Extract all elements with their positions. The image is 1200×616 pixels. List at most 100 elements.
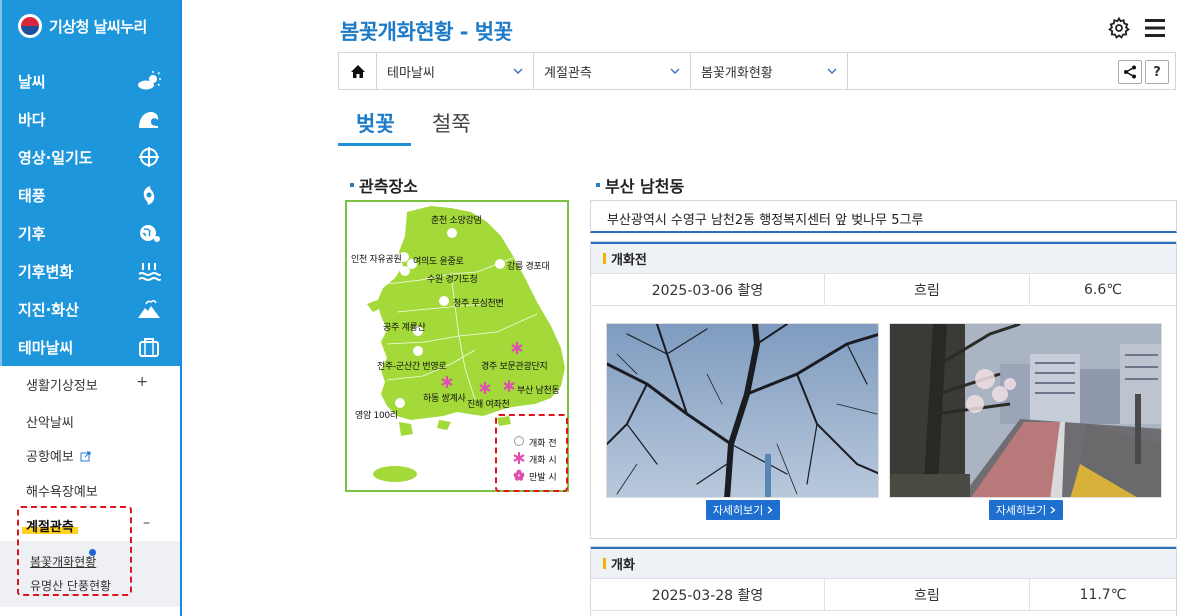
menu-item-weather[interactable]: 날씨 (2, 62, 182, 100)
submenu-label: 공항예보 (26, 450, 74, 465)
submenu-airport-forecast[interactable]: 공항예보 (26, 446, 91, 465)
menu-item-earthquake[interactable]: 지진·화산 (2, 290, 182, 328)
kma-emblem-icon (18, 14, 42, 38)
globe-icon (140, 225, 160, 242)
card-heading-text: 개화전 (611, 253, 647, 268)
menu-label: 테마날씨 (18, 338, 74, 357)
blossom-marker-icon[interactable] (479, 382, 491, 394)
chevron-right-icon (767, 506, 773, 514)
active-tab-indicator (338, 143, 411, 146)
photo-date: 2025-03-28 촬영 (591, 579, 825, 610)
menu-item-theme-weather[interactable]: 테마날씨 (2, 328, 182, 366)
breadcrumb-select-theme[interactable]: 테마날씨 (377, 53, 534, 89)
menu-item-climate-change[interactable]: 기후변화 (2, 252, 182, 290)
card-heading: 개화전 (591, 242, 1176, 274)
photo-sky-branches[interactable] (606, 323, 879, 498)
map-marker-yeongam[interactable] (395, 398, 405, 408)
detail-button-photo-1[interactable]: 자세히보기 (706, 500, 780, 520)
map-label-busan: 부산 남천동 (517, 386, 560, 396)
street-photo (890, 324, 1161, 497)
map-label-gongju: 공주 계룡산 (383, 323, 426, 333)
sidebar: 기상청 날씨누리 날씨 바다 영상·일기도 태풍 기후 기후변화 지진·화산 테… (0, 0, 182, 616)
map-label-jinhae: 진해 여좌천 (467, 400, 510, 410)
section-title-text: 관측장소 (359, 177, 418, 196)
breadcrumb-label: 테마날씨 (387, 65, 435, 81)
temperature: 6.6℃ (1084, 281, 1122, 298)
breadcrumb-label: 봄꽃개화현황 (701, 65, 773, 81)
chevron-down-icon (670, 68, 680, 74)
map-marker-jeonju[interactable] (413, 346, 423, 356)
heat-wave-icon (138, 263, 161, 281)
home-button[interactable] (339, 53, 377, 89)
briefcase-icon (139, 338, 159, 357)
map-marker-chuncheon[interactable] (447, 228, 457, 238)
observation-info-row: 2025-03-28 촬영 흐림 11.7℃ (591, 579, 1176, 611)
temperature: 11.7℃ (1079, 586, 1127, 603)
blossom-marker-icon[interactable] (511, 342, 523, 354)
map-marker-gangneung[interactable] (495, 259, 505, 269)
breadcrumb-select-blossom[interactable]: 봄꽃개화현황 (691, 53, 848, 89)
blossom-marker-icon[interactable] (441, 376, 453, 388)
menu-item-satellite[interactable]: 영상·일기도 (2, 138, 182, 176)
chevron-down-icon (513, 68, 523, 74)
blossom-marker-icon[interactable] (503, 380, 515, 392)
menu-label: 기후변화 (18, 262, 74, 281)
map-label-cheongju: 청주 무심천변 (453, 299, 504, 309)
wave-icon (139, 112, 159, 128)
detail-button-label: 자세히보기 (995, 504, 1047, 517)
bullet-icon (350, 183, 354, 187)
map-label-hadong: 하동 쌍계사 (423, 394, 466, 404)
map-label-yeouido: 여의도 윤중로 (413, 257, 464, 267)
external-link-icon (80, 451, 91, 462)
card-bloom: 개화 2025-03-28 촬영 흐림 11.7℃ (590, 546, 1177, 616)
observation-info-row: 2025-03-06 촬영 흐림 6.6℃ (591, 274, 1176, 306)
breadcrumb-select-season[interactable]: 계절관측 (534, 53, 691, 89)
map-label-yeongam: 영암 100리 (355, 411, 398, 421)
weather-status: 흐림 (825, 579, 1030, 610)
menu-label: 지진·화산 (18, 300, 79, 319)
branches-photo (607, 324, 878, 497)
section-title-station: 부산 남천동 (596, 173, 684, 197)
map-label-suwon: 수원 경기도청 (427, 275, 478, 285)
gear-icon[interactable] (1107, 16, 1131, 40)
detail-button-photo-2[interactable]: 자세히보기 (989, 500, 1063, 520)
expand-toggle[interactable]: + (136, 374, 148, 390)
hamburger-icon[interactable] (1143, 16, 1167, 40)
chevron-right-icon (1050, 506, 1056, 514)
photo-date: 2025-03-06 촬영 (591, 274, 825, 305)
station-address: 부산광역시 수영구 남천2동 행정복지센터 앞 벚나무 5그루 (590, 200, 1177, 233)
collapse-toggle[interactable]: – (143, 515, 150, 531)
share-icon (1124, 65, 1136, 79)
site-logo[interactable]: 기상청 날씨누리 (18, 14, 147, 38)
heading-marker (603, 558, 606, 569)
menu-label: 바다 (18, 110, 46, 129)
menu-label: 영상·일기도 (18, 148, 93, 167)
map-marker-suwon[interactable] (400, 266, 410, 276)
card-heading-text: 개화 (611, 558, 635, 573)
chevron-down-icon (827, 68, 837, 74)
submenu-mountain-weather[interactable]: 산악날씨 (26, 412, 74, 431)
help-button[interactable]: ? (1145, 60, 1169, 84)
photo-street-view[interactable] (889, 323, 1162, 498)
tab-azalea[interactable]: 철쭉 (432, 108, 471, 138)
breadcrumb-label: 계절관측 (544, 65, 592, 81)
home-icon (350, 64, 365, 78)
sidebar-main-menu: 기상청 날씨누리 날씨 바다 영상·일기도 태풍 기후 기후변화 지진·화산 테… (0, 0, 180, 366)
satellite-icon (139, 147, 159, 167)
menu-item-sea[interactable]: 바다 (2, 100, 182, 138)
typhoon-icon (143, 186, 155, 205)
section-title-locations: 관측장소 (350, 173, 418, 197)
map-label-jeonju: 전주-군산간 번영로 (377, 362, 447, 372)
submenu-life-weather[interactable]: 생활기상정보 (26, 375, 98, 394)
map-label-gangneung: 강릉 경포대 (507, 262, 550, 272)
map-marker-cheongju[interactable] (439, 296, 449, 306)
bullet-icon (596, 183, 600, 187)
menu-label: 기후 (18, 224, 46, 243)
menu-item-climate[interactable]: 기후 (2, 214, 182, 252)
card-heading: 개화 (591, 547, 1176, 579)
submenu-beach-forecast[interactable]: 해수욕장예보 (26, 481, 98, 500)
tab-cherry-blossom[interactable]: 벚꽃 (356, 108, 395, 138)
weather-status: 흐림 (825, 274, 1030, 305)
share-button[interactable] (1118, 60, 1142, 84)
menu-item-typhoon[interactable]: 태풍 (2, 176, 182, 214)
